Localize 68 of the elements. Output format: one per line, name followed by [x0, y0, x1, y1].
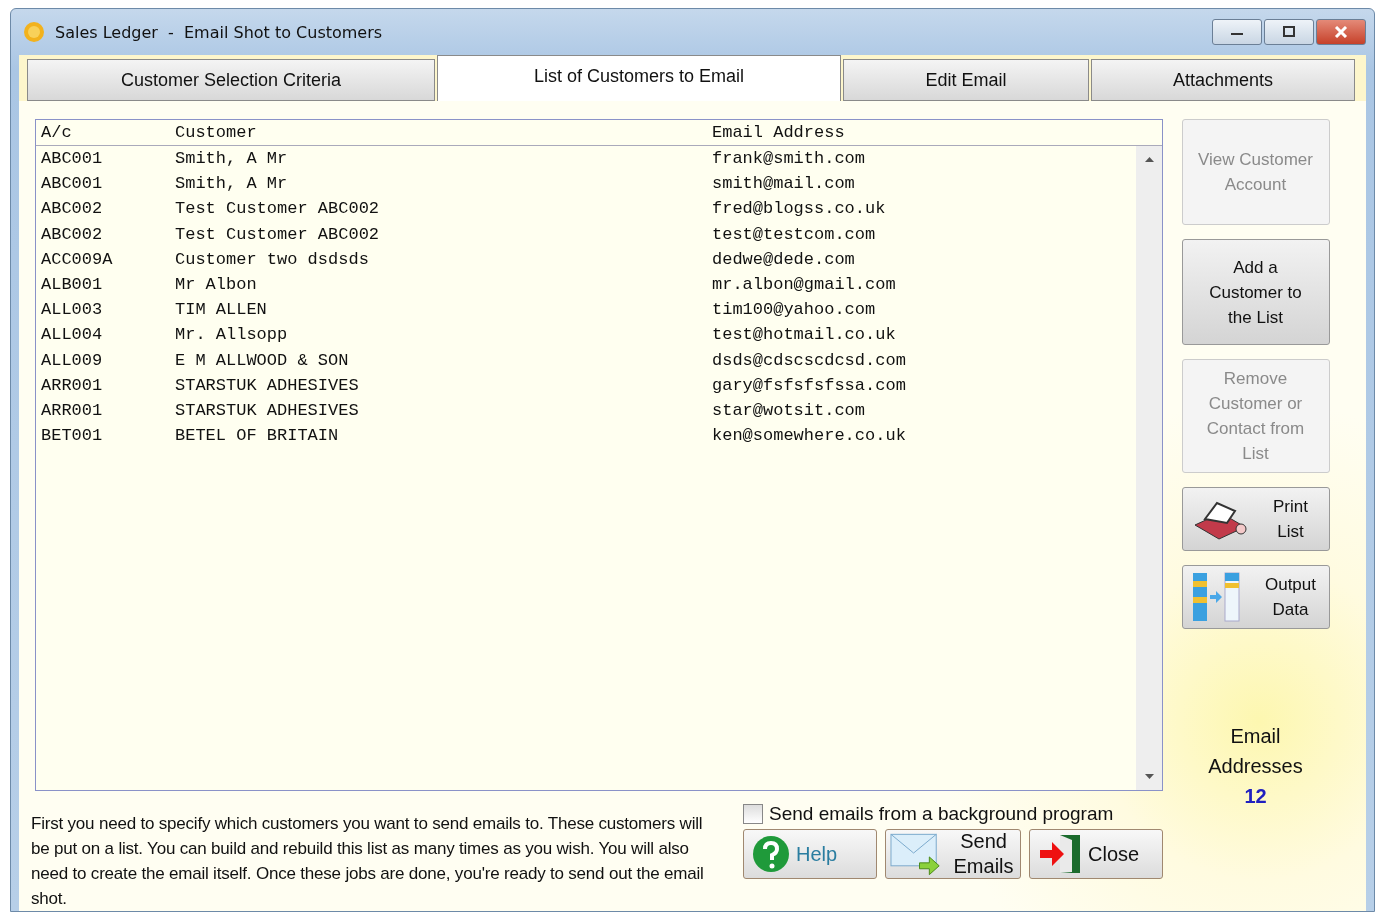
count-label: Addresses	[1208, 754, 1303, 779]
column-header: Customer	[175, 123, 258, 142]
table-cell-text: STARSTUK ADHESIVES	[175, 375, 360, 395]
table-cell-text: TIM ALLEN	[175, 300, 268, 320]
side-button[interactable]: Add a Customer to the List	[1181, 239, 1330, 345]
question-mark-icon	[752, 835, 790, 873]
count-label: Email	[1230, 724, 1281, 749]
table-cell-text: Mr. Allsopp	[175, 325, 289, 345]
close-button[interactable]: Close	[1029, 829, 1163, 879]
table-cell-text: ABC002	[40, 199, 104, 219]
close-button[interactable]	[1316, 19, 1366, 45]
column-header: Email Address	[712, 123, 846, 142]
table-cell-text: ACC009A	[40, 249, 114, 269]
window-title: Sales Ledger - Email Shot to Customers	[55, 22, 383, 42]
side-button[interactable]: Output Data	[1181, 565, 1330, 629]
table-cell-text: star@wotsit.com	[712, 400, 867, 420]
coin-icon	[23, 21, 45, 43]
table-cell-text: gary@fsfsfsfssa.com	[712, 375, 907, 395]
table-cell-text: ALL009	[40, 350, 104, 370]
column-header: A/c	[40, 123, 73, 142]
table-cell-text: BETEL OF BRITAIN	[175, 426, 340, 446]
table-cell-text: test@hotmail.co.uk	[712, 325, 897, 345]
email-count: 12	[1244, 784, 1267, 809]
table-cell-text: ABC002	[40, 224, 104, 244]
table-cell-text: ALL004	[40, 325, 104, 345]
maximize-icon	[1282, 26, 1296, 38]
table-cell-text: ken@somewhere.co.uk	[712, 426, 907, 446]
maximize-button[interactable]	[1264, 19, 1314, 45]
scroll-down-icon[interactable]	[1144, 774, 1154, 780]
scroll-up-icon[interactable]	[1144, 156, 1154, 162]
send-button[interactable]: Send Emails	[885, 829, 1021, 879]
side-button[interactable]: Print List	[1181, 487, 1330, 551]
table-cell-text: BET001	[40, 426, 104, 446]
tab[interactable]: Attachments	[1091, 59, 1355, 101]
table-cell-text: test@testcom.com	[712, 224, 877, 244]
table-cell-text: E M ALLWOOD & SON	[175, 350, 350, 370]
tab[interactable]: Edit Email	[843, 59, 1089, 101]
minimize-button[interactable]	[1212, 19, 1262, 45]
tab[interactable]: Customer Selection Criteria	[27, 59, 435, 101]
table-cell-text: ALL003	[40, 300, 104, 320]
table-cell-text: mr.albon@gmail.com	[712, 275, 897, 295]
table-cell-text: ARR001	[40, 375, 104, 395]
info-text: First you need to specify which customers you want to send emails to. These customers will be put on a list. You can build and rebuild this list as many times as you wish. You will also need to create the email itself. Once these jobs are done, you're ready to send out the email shot.	[31, 813, 705, 910]
table-cell-text: ALB001	[40, 275, 104, 295]
table-cell-text: STARSTUK ADHESIVES	[175, 400, 360, 420]
tab[interactable]: List of Customers to Email	[437, 55, 841, 101]
exit-door-icon	[1038, 834, 1082, 874]
checkbox[interactable]	[743, 804, 763, 824]
table-cell-text: dsds@cdscscdcsd.com	[712, 350, 907, 370]
table-cell-text: Smith, A Mr	[175, 149, 289, 169]
table-cell-text: Customer two dsdsds	[175, 249, 370, 269]
checkbox-label: Send emails from a background program	[769, 803, 1114, 825]
table-cell-text: ABC001	[40, 174, 104, 194]
table-cell-text: dedwe@dede.com	[712, 249, 856, 269]
table-cell-text: smith@mail.com	[712, 174, 856, 194]
table-cell-text: Test Customer ABC002	[175, 224, 381, 244]
table-cell-text: ARR001	[40, 400, 104, 420]
scrollbar[interactable]	[1136, 146, 1162, 790]
table-cell-text: Mr Albon	[175, 275, 258, 295]
table-cell-text: Test Customer ABC002	[175, 199, 381, 219]
table-cell-text: fred@blogss.co.uk	[712, 199, 887, 219]
help-button[interactable]: Help	[743, 829, 877, 879]
table-cell-text: ABC001	[40, 149, 104, 169]
close-icon	[1334, 26, 1348, 38]
table-cell-text: frank@smith.com	[712, 149, 867, 169]
data-transfer-icon	[1190, 571, 1241, 623]
table-cell-text: Smith, A Mr	[175, 174, 289, 194]
table-cell-text: tim100@yahoo.com	[712, 300, 877, 320]
